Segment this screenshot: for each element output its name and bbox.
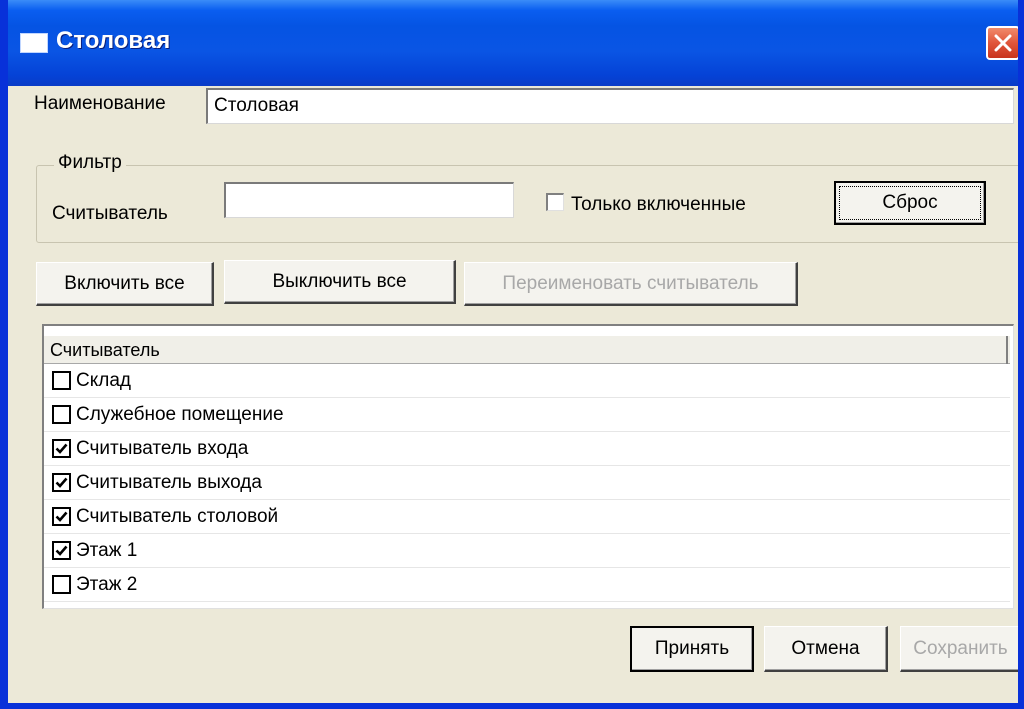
reader-list[interactable]: Считыватель Склад Служебное помещение Счит… [42, 324, 1014, 609]
filter-legend: Фильтр [54, 152, 126, 174]
list-item[interactable]: Служебное помещение [44, 398, 1010, 432]
list-item-label: Склад [76, 370, 131, 391]
list-item-label: Этаж 1 [76, 540, 138, 561]
checkmark-icon [55, 477, 68, 488]
unchecked-checkbox[interactable] [52, 371, 71, 390]
reset-button[interactable]: Сброс [834, 181, 986, 225]
save-button: Сохранить [900, 626, 1018, 672]
list-item-label: Служебное помещение [76, 404, 284, 425]
column-header-reader[interactable]: Считыватель [50, 340, 160, 361]
list-item[interactable]: Считыватель столовой [44, 500, 1010, 534]
checked-checkbox[interactable] [52, 473, 71, 492]
reader-filter-input[interactable] [224, 182, 514, 218]
list-header[interactable]: Считыватель [44, 336, 1010, 364]
checkmark-icon [55, 511, 68, 522]
list-item-label: Считыватель столовой [76, 506, 279, 527]
reader-filter-label: Считыватель [52, 203, 168, 224]
list-item-label: Считыватель входа [76, 438, 249, 459]
header-divider [1006, 336, 1008, 364]
checkmark-icon [55, 443, 68, 454]
dialog-window: Столовая Наименование Столовая Фильтр Сч… [0, 0, 1024, 709]
checked-checkbox[interactable] [52, 507, 71, 526]
only-enabled-label: Только включенные [571, 194, 746, 215]
cancel-button[interactable]: Отмена [764, 626, 888, 672]
list-item-label: Этаж 2 [76, 574, 138, 595]
list-item-label: Считыватель выхода [76, 472, 262, 493]
name-input[interactable]: Столовая [206, 88, 1014, 124]
rename-reader-button: Переименовать считыватель [464, 262, 798, 306]
disable-all-button[interactable]: Выключить все [224, 260, 456, 304]
window-icon [20, 33, 48, 53]
list-item[interactable]: Этаж 2 [44, 568, 1010, 602]
checked-checkbox[interactable] [52, 541, 71, 560]
title-bar[interactable]: Столовая [8, 0, 1018, 86]
close-icon [994, 34, 1012, 52]
list-item[interactable]: Считыватель выхода [44, 466, 1010, 500]
list-item[interactable]: Считыватель входа [44, 432, 1010, 466]
checked-checkbox[interactable] [52, 439, 71, 458]
reader-rows: Склад Служебное помещение Считыватель вход… [44, 364, 1010, 602]
unchecked-checkbox[interactable] [52, 405, 71, 424]
name-label: Наименование [34, 93, 166, 114]
window-title: Столовая [56, 27, 171, 54]
close-button[interactable] [986, 26, 1018, 60]
only-enabled-checkbox[interactable] [546, 193, 564, 211]
list-item[interactable]: Этаж 1 [44, 534, 1010, 568]
unchecked-checkbox[interactable] [52, 575, 71, 594]
enable-all-button[interactable]: Включить все [36, 262, 214, 306]
checkmark-icon [55, 545, 68, 556]
list-item[interactable]: Склад [44, 364, 1010, 398]
accept-button[interactable]: Принять [630, 626, 754, 672]
